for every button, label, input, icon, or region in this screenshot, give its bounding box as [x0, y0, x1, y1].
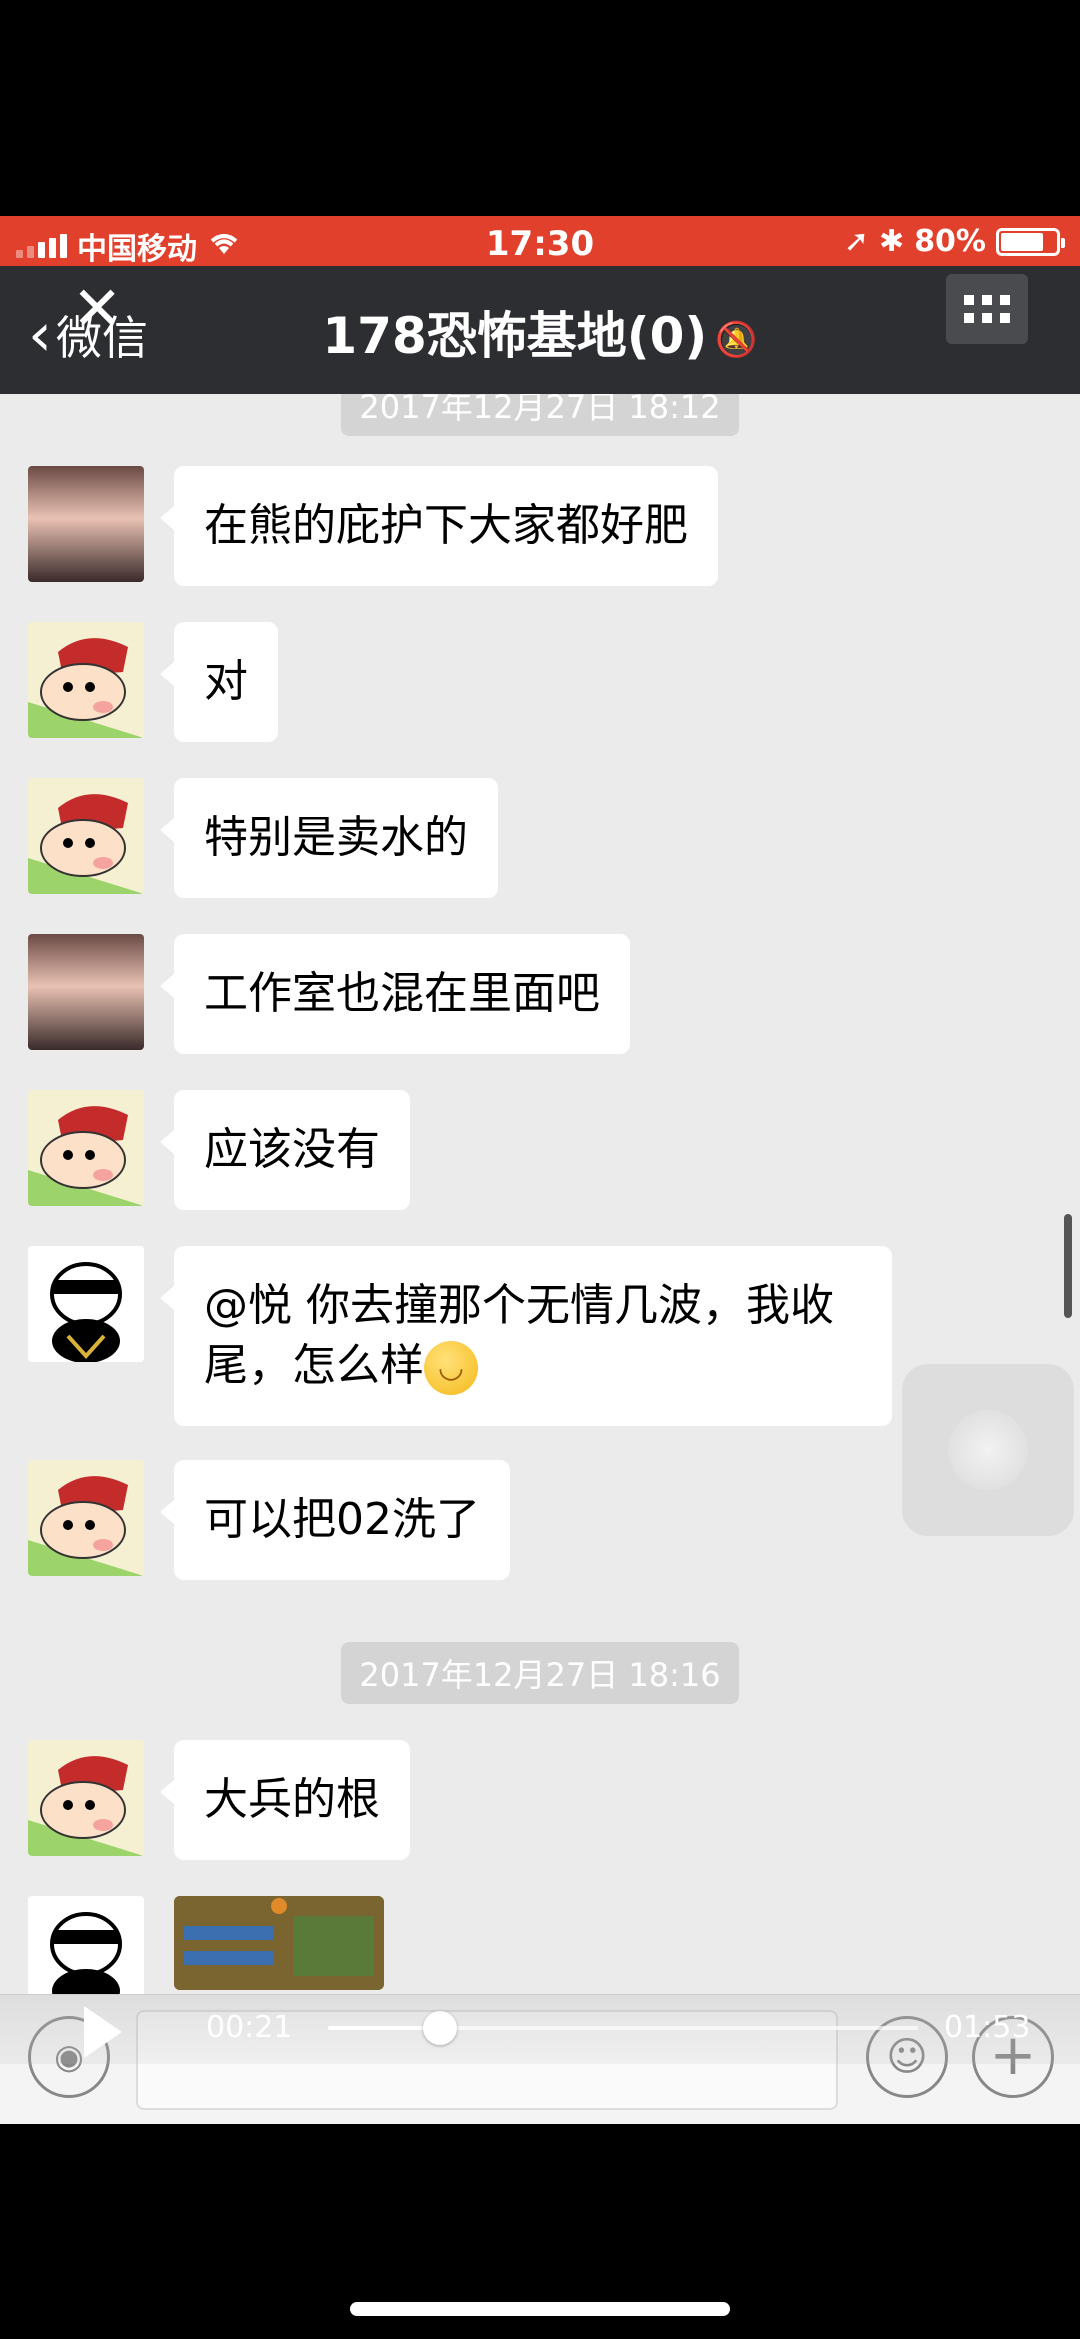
message-row: 在熊的庇护下大家都好肥: [28, 466, 718, 586]
girl-avatar[interactable]: [28, 934, 144, 1050]
total-time: 01:53: [944, 2010, 1031, 2045]
shinchan-avatar[interactable]: [28, 1460, 144, 1576]
message-row: 特别是卖水的: [28, 778, 498, 898]
chat-title: 178恐怖基地(0): [322, 307, 708, 365]
current-time: 00:21: [206, 2010, 293, 2045]
message-bubble[interactable]: 可以把02洗了: [160, 1460, 510, 1580]
message-bubble[interactable]: 对: [160, 622, 278, 742]
progress-slider[interactable]: [328, 2011, 918, 2045]
smile-emoji-icon: ◡: [424, 1341, 478, 1395]
page-title: 178恐怖基地(0) 🔕: [0, 296, 1080, 368]
image-message[interactable]: [174, 1896, 384, 1990]
message-bubble[interactable]: 工作室也混在里面吧: [160, 934, 630, 1054]
timestamp: 2017年12月27日 18:12: [0, 394, 1080, 436]
panda-avatar[interactable]: [28, 1896, 144, 1994]
message-bubble[interactable]: 在熊的庇护下大家都好肥: [160, 466, 718, 586]
timestamp: 2017年12月27日 18:16: [0, 1642, 1080, 1704]
location-icon: ➚: [843, 224, 870, 259]
message-row: 大兵的根: [28, 1740, 410, 1860]
home-indicator[interactable]: [350, 2302, 730, 2316]
assistive-touch-button[interactable]: [902, 1364, 1074, 1536]
message-line-2: 尾，怎么样 ◡: [204, 1336, 862, 1396]
message-row: 对: [28, 622, 278, 742]
message-row: 应该没有: [28, 1090, 410, 1210]
battery-percent: 80%: [914, 224, 986, 259]
message-bubble[interactable]: 应该没有: [160, 1090, 410, 1210]
message-row: 工作室也混在里面吧: [28, 934, 630, 1054]
message-bubble[interactable]: 特别是卖水的: [160, 778, 498, 898]
shinchan-avatar[interactable]: [28, 1090, 144, 1206]
shinchan-avatar[interactable]: [28, 778, 144, 894]
scroll-indicator[interactable]: [1064, 1214, 1072, 1318]
slider-thumb[interactable]: [423, 2011, 458, 2045]
message-row: [28, 1896, 384, 1994]
message-row: 可以把02洗了: [28, 1460, 510, 1580]
message-bubble[interactable]: 大兵的根: [160, 1740, 410, 1860]
nav-bar: ‹ 微信 ✕ 178恐怖基地(0) 🔕: [0, 266, 1080, 394]
shinchan-avatar[interactable]: [28, 622, 144, 738]
message-row: @悦 你去撞那个无情几波，我收 尾，怎么样 ◡: [28, 1246, 892, 1426]
screen: 中国移动 17:30 ➚ ✱ 80% ‹ 微信 ✕ 178恐怖基地(0) 🔕 20…: [0, 0, 1080, 2339]
status-right: ➚ ✱ 80%: [843, 224, 1065, 259]
mute-icon: 🔕: [715, 319, 758, 360]
shinchan-avatar[interactable]: [28, 1740, 144, 1856]
status-bar: 中国移动 17:30 ➚ ✱ 80%: [0, 216, 1080, 267]
panda-avatar[interactable]: [28, 1246, 144, 1362]
group-menu-button[interactable]: [946, 274, 1028, 344]
message-line: @悦 你去撞那个无情几波，我收: [204, 1280, 834, 1331]
chat-area[interactable]: 2017年12月27日 18:12 在熊的庇护下大家都好肥 对 特别是卖水的 工…: [0, 394, 1080, 1994]
battery-icon: [996, 227, 1065, 256]
bluetooth-icon: ✱: [879, 224, 905, 259]
message-bubble[interactable]: @悦 你去撞那个无情几波，我收 尾，怎么样 ◡: [160, 1246, 892, 1426]
play-icon[interactable]: [84, 2006, 122, 2058]
girl-avatar[interactable]: [28, 466, 144, 582]
